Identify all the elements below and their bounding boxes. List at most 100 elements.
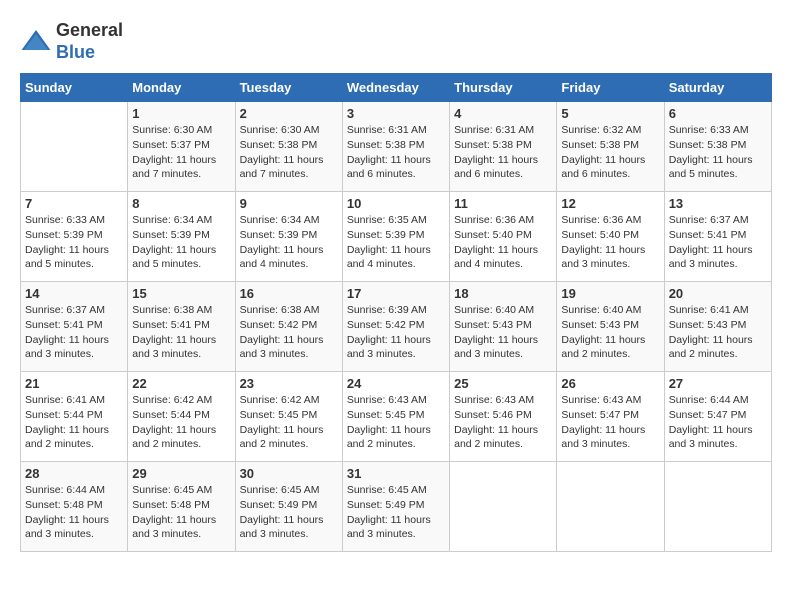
day-number: 12: [561, 196, 659, 211]
day-info: Sunrise: 6:32 AMSunset: 5:38 PMDaylight:…: [561, 123, 659, 182]
calendar-cell: 15Sunrise: 6:38 AMSunset: 5:41 PMDayligh…: [128, 282, 235, 372]
calendar-body: 1Sunrise: 6:30 AMSunset: 5:37 PMDaylight…: [21, 102, 772, 552]
day-info: Sunrise: 6:44 AMSunset: 5:47 PMDaylight:…: [669, 393, 767, 452]
calendar-cell: 28 Sunrise: 6:44 AMSunset: 5:48 PMDayligh…: [21, 462, 128, 552]
day-number: 8: [132, 196, 230, 211]
logo-blue: Blue: [56, 42, 95, 62]
day-number: 16: [240, 286, 338, 301]
day-number: 17: [347, 286, 445, 301]
day-info: Sunrise: 6:45 AMSunset: 5:49 PMDaylight:…: [240, 483, 338, 542]
calendar-cell: 7 Sunrise: 6:33 AMSunset: 5:39 PMDaylight…: [21, 192, 128, 282]
day-number: 13: [669, 196, 767, 211]
day-number: 20: [669, 286, 767, 301]
calendar-cell: 18 Sunrise: 6:40 AMSunset: 5:43 PMDayligh…: [450, 282, 557, 372]
calendar-cell: 30Sunrise: 6:45 AMSunset: 5:49 PMDayligh…: [235, 462, 342, 552]
day-info: Sunrise: 6:41 AMSunset: 5:43 PMDaylight:…: [669, 303, 767, 362]
logo-general: General: [56, 20, 123, 40]
day-number: 31: [347, 466, 445, 481]
header-day-friday: Friday: [557, 74, 664, 102]
day-info: Sunrise: 6:33 AMSunset: 5:39 PMDaylight:…: [25, 213, 123, 272]
day-info: Sunrise: 6:43 AMSunset: 5:45 PMDaylight:…: [347, 393, 445, 452]
day-info: Sunrise: 6:37 AMSunset: 5:41 PMDaylight:…: [25, 303, 123, 362]
calendar-cell: [450, 462, 557, 552]
day-info: Sunrise: 6:41 AMSunset: 5:44 PMDaylight:…: [25, 393, 123, 452]
calendar-header: SundayMondayTuesdayWednesdayThursdayFrid…: [21, 74, 772, 102]
week-row-1: 1Sunrise: 6:30 AMSunset: 5:37 PMDaylight…: [21, 102, 772, 192]
page-header: General Blue: [20, 20, 772, 63]
calendar-cell: 6 Sunrise: 6:33 AMSunset: 5:38 PMDaylight…: [664, 102, 771, 192]
day-number: 26: [561, 376, 659, 391]
calendar-cell: 5 Sunrise: 6:32 AMSunset: 5:38 PMDaylight…: [557, 102, 664, 192]
calendar-cell: [21, 102, 128, 192]
day-info: Sunrise: 6:30 AMSunset: 5:37 PMDaylight:…: [132, 123, 230, 182]
day-number: 28: [25, 466, 123, 481]
day-number: 22: [132, 376, 230, 391]
calendar-cell: 13 Sunrise: 6:37 AMSunset: 5:41 PMDayligh…: [664, 192, 771, 282]
day-number: 25: [454, 376, 552, 391]
day-number: 4: [454, 106, 552, 121]
day-info: Sunrise: 6:42 AMSunset: 5:44 PMDaylight:…: [132, 393, 230, 452]
calendar-cell: 19 Sunrise: 6:40 AMSunset: 5:43 PMDayligh…: [557, 282, 664, 372]
calendar-cell: 21 Sunrise: 6:41 AMSunset: 5:44 PMDayligh…: [21, 372, 128, 462]
day-info: Sunrise: 6:31 AMSunset: 5:38 PMDaylight:…: [454, 123, 552, 182]
day-info: Sunrise: 6:37 AMSunset: 5:41 PMDaylight:…: [669, 213, 767, 272]
day-info: Sunrise: 6:36 AMSunset: 5:40 PMDaylight:…: [454, 213, 552, 272]
calendar-cell: 29 Sunrise: 6:45 AMSunset: 5:48 PMDayligh…: [128, 462, 235, 552]
calendar-cell: 2 Sunrise: 6:30 AMSunset: 5:38 PMDaylight…: [235, 102, 342, 192]
day-number: 10: [347, 196, 445, 211]
calendar-cell: 24 Sunrise: 6:43 AMSunset: 5:45 PMDayligh…: [342, 372, 449, 462]
calendar-cell: [664, 462, 771, 552]
header-day-tuesday: Tuesday: [235, 74, 342, 102]
calendar-cell: 12 Sunrise: 6:36 AMSunset: 5:40 PMDayligh…: [557, 192, 664, 282]
calendar-cell: 17Sunrise: 6:39 AMSunset: 5:42 PMDayligh…: [342, 282, 449, 372]
calendar-cell: 10 Sunrise: 6:35 AMSunset: 5:39 PMDayligh…: [342, 192, 449, 282]
week-row-4: 21 Sunrise: 6:41 AMSunset: 5:44 PMDayligh…: [21, 372, 772, 462]
day-info: Sunrise: 6:45 AMSunset: 5:49 PMDaylight:…: [347, 483, 445, 542]
header-day-wednesday: Wednesday: [342, 74, 449, 102]
day-number: 24: [347, 376, 445, 391]
day-info: Sunrise: 6:43 AMSunset: 5:47 PMDaylight:…: [561, 393, 659, 452]
calendar-cell: 9 Sunrise: 6:34 AMSunset: 5:39 PMDaylight…: [235, 192, 342, 282]
header-day-saturday: Saturday: [664, 74, 771, 102]
day-number: 15: [132, 286, 230, 301]
week-row-3: 14 Sunrise: 6:37 AMSunset: 5:41 PMDayligh…: [21, 282, 772, 372]
day-number: 29: [132, 466, 230, 481]
day-number: 21: [25, 376, 123, 391]
calendar-cell: 26 Sunrise: 6:43 AMSunset: 5:47 PMDayligh…: [557, 372, 664, 462]
calendar-cell: 22 Sunrise: 6:42 AMSunset: 5:44 PMDayligh…: [128, 372, 235, 462]
day-number: 19: [561, 286, 659, 301]
header-day-thursday: Thursday: [450, 74, 557, 102]
calendar-cell: [557, 462, 664, 552]
logo-text: General Blue: [56, 20, 123, 63]
day-info: Sunrise: 6:34 AMSunset: 5:39 PMDaylight:…: [240, 213, 338, 272]
day-info: Sunrise: 6:38 AMSunset: 5:42 PMDaylight:…: [240, 303, 338, 362]
day-info: Sunrise: 6:35 AMSunset: 5:39 PMDaylight:…: [347, 213, 445, 272]
day-info: Sunrise: 6:44 AMSunset: 5:48 PMDaylight:…: [25, 483, 123, 542]
day-info: Sunrise: 6:30 AMSunset: 5:38 PMDaylight:…: [240, 123, 338, 182]
day-info: Sunrise: 6:40 AMSunset: 5:43 PMDaylight:…: [454, 303, 552, 362]
day-number: 11: [454, 196, 552, 211]
day-info: Sunrise: 6:33 AMSunset: 5:38 PMDaylight:…: [669, 123, 767, 182]
day-number: 14: [25, 286, 123, 301]
day-info: Sunrise: 6:45 AMSunset: 5:48 PMDaylight:…: [132, 483, 230, 542]
day-number: 18: [454, 286, 552, 301]
week-row-2: 7 Sunrise: 6:33 AMSunset: 5:39 PMDaylight…: [21, 192, 772, 282]
day-info: Sunrise: 6:40 AMSunset: 5:43 PMDaylight:…: [561, 303, 659, 362]
header-row: SundayMondayTuesdayWednesdayThursdayFrid…: [21, 74, 772, 102]
day-number: 2: [240, 106, 338, 121]
calendar-cell: 16 Sunrise: 6:38 AMSunset: 5:42 PMDayligh…: [235, 282, 342, 372]
day-number: 5: [561, 106, 659, 121]
day-number: 9: [240, 196, 338, 211]
day-number: 27: [669, 376, 767, 391]
calendar-cell: 27 Sunrise: 6:44 AMSunset: 5:47 PMDayligh…: [664, 372, 771, 462]
day-info: Sunrise: 6:36 AMSunset: 5:40 PMDaylight:…: [561, 213, 659, 272]
day-number: 7: [25, 196, 123, 211]
week-row-5: 28 Sunrise: 6:44 AMSunset: 5:48 PMDayligh…: [21, 462, 772, 552]
day-number: 6: [669, 106, 767, 121]
day-info: Sunrise: 6:31 AMSunset: 5:38 PMDaylight:…: [347, 123, 445, 182]
day-number: 23: [240, 376, 338, 391]
calendar-table: SundayMondayTuesdayWednesdayThursdayFrid…: [20, 73, 772, 552]
day-info: Sunrise: 6:42 AMSunset: 5:45 PMDaylight:…: [240, 393, 338, 452]
day-info: Sunrise: 6:43 AMSunset: 5:46 PMDaylight:…: [454, 393, 552, 452]
calendar-cell: 23 Sunrise: 6:42 AMSunset: 5:45 PMDayligh…: [235, 372, 342, 462]
